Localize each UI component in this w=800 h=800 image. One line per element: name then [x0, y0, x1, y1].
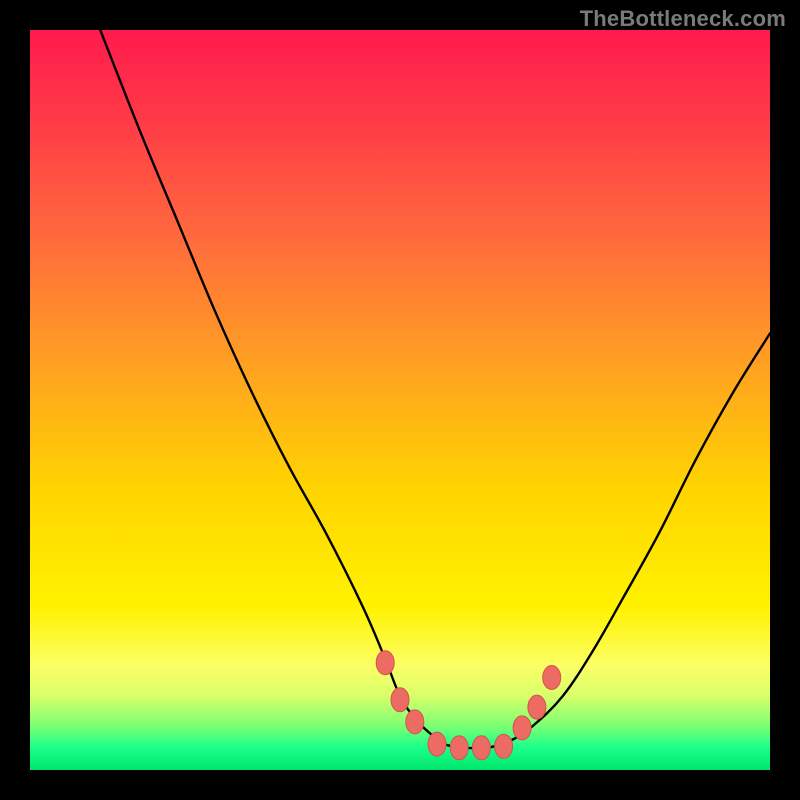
curve-marker: [450, 736, 468, 760]
curve-marker: [495, 734, 513, 758]
curve-marker: [513, 716, 531, 740]
curve-marker: [528, 695, 546, 719]
curve-left-branch: [100, 30, 489, 748]
curve-marker: [543, 666, 561, 690]
curve-marker: [376, 651, 394, 675]
curve-marker: [428, 732, 446, 756]
watermark-text: TheBottleneck.com: [580, 6, 786, 32]
curve-markers-group: [376, 651, 561, 760]
curve-right-branch: [489, 333, 770, 747]
curve-marker: [472, 736, 490, 760]
bottleneck-curve-svg: [30, 30, 770, 770]
curve-marker: [391, 688, 409, 712]
chart-plot-area: [30, 30, 770, 770]
curve-marker: [406, 710, 424, 734]
